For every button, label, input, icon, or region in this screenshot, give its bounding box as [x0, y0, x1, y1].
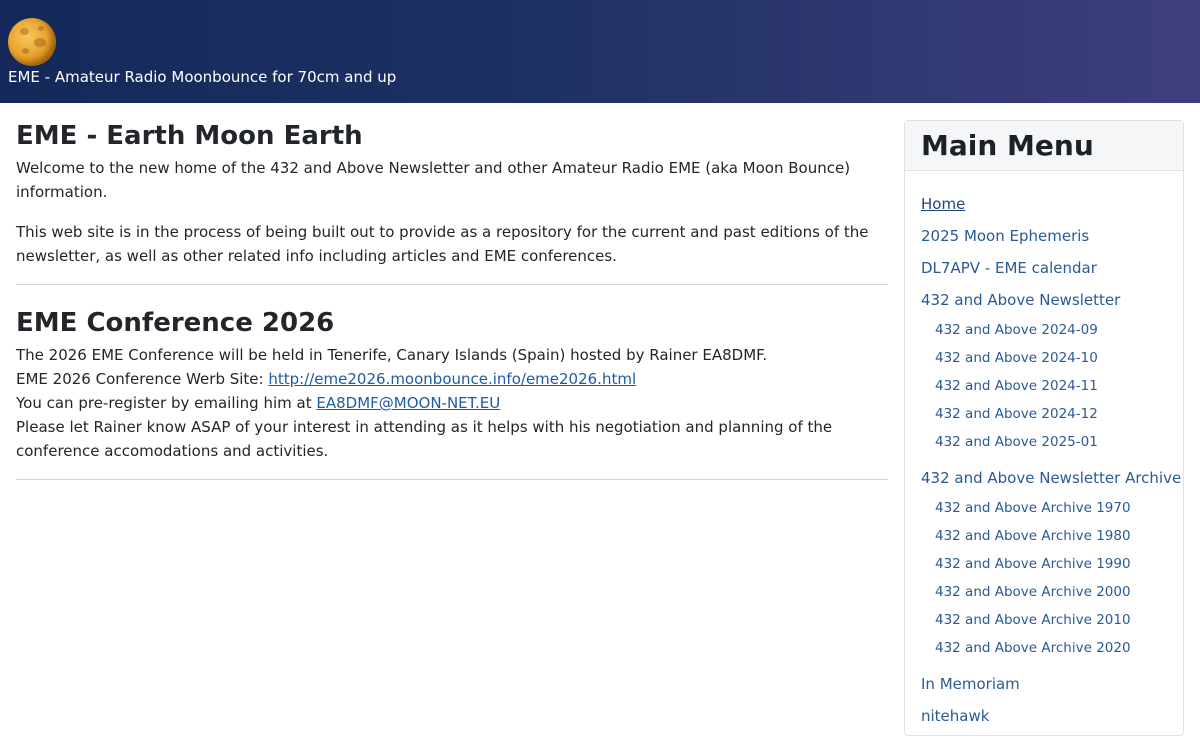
- submenu-item-newsletter[interactable]: 432 and Above 2024-09: [921, 319, 1181, 347]
- menu-item-moon-ephemeris[interactable]: 2025 Moon Ephemeris: [921, 223, 1181, 255]
- intro-paragraph-2: This web site is in the process of being…: [16, 223, 869, 265]
- intro-heading: EME - Earth Moon Earth: [16, 121, 363, 151]
- main-menu-header: Main Menu: [905, 121, 1183, 171]
- conference-site-line: EME 2026 Conference Werb Site: http://em…: [16, 370, 637, 388]
- divider: [16, 479, 888, 480]
- submenu-item-archive[interactable]: 432 and Above Archive 2010: [921, 609, 1181, 637]
- menu-item-newsletter-archive[interactable]: 432 and Above Newsletter Archive: [921, 465, 1181, 497]
- conference-site-link[interactable]: http://eme2026.moonbounce.info/eme2026.h…: [268, 370, 636, 388]
- menu-item-nitehawk[interactable]: nitehawk: [921, 703, 1181, 735]
- site-header: EME - Amateur Radio Moonbounce for 70cm …: [0, 0, 1200, 103]
- menu-item-in-memoriam[interactable]: In Memoriam: [921, 671, 1181, 703]
- main-content: EME - Earth Moon Earth Welcome to the ne…: [16, 116, 888, 480]
- site-title[interactable]: EME - Amateur Radio Moonbounce for 70cm …: [8, 68, 396, 86]
- menu-item-newsletter[interactable]: 432 and Above Newsletter: [921, 287, 1181, 319]
- menu-item-home[interactable]: Home: [921, 191, 1181, 223]
- conference-register-line: You can pre-register by emailing him at …: [16, 394, 501, 412]
- menu-item-eme-calendar[interactable]: DL7APV - EME calendar: [921, 255, 1181, 287]
- conference-line-4: Please let Rainer know ASAP of your inte…: [16, 418, 833, 460]
- submenu-item-archive[interactable]: 432 and Above Archive 1970: [921, 497, 1181, 525]
- main-menu-title: Main Menu: [921, 129, 1094, 162]
- submenu-item-newsletter[interactable]: 432 and Above 2025-01: [921, 431, 1181, 459]
- register-email-link[interactable]: EA8DMF@MOON-NET.EU: [316, 394, 500, 412]
- intro-paragraph-1: Welcome to the new home of the 432 and A…: [16, 159, 851, 201]
- submenu-item-newsletter[interactable]: 432 and Above 2024-11: [921, 375, 1181, 403]
- conference-line-1: The 2026 EME Conference will be held in …: [16, 346, 768, 364]
- submenu-item-archive[interactable]: 432 and Above Archive 2020: [921, 637, 1181, 665]
- submenu-item-archive[interactable]: 432 and Above Archive 1980: [921, 525, 1181, 553]
- submenu-item-newsletter[interactable]: 432 and Above 2024-12: [921, 403, 1181, 431]
- moon-icon[interactable]: [8, 18, 56, 66]
- submenu-item-archive[interactable]: 432 and Above Archive 1990: [921, 553, 1181, 581]
- submenu-item-newsletter[interactable]: 432 and Above 2024-10: [921, 347, 1181, 375]
- conference-heading: EME Conference 2026: [16, 308, 335, 338]
- main-menu-panel: Main Menu Home 2025 Moon Ephemeris DL7AP…: [904, 120, 1184, 736]
- main-menu-list: Home 2025 Moon Ephemeris DL7APV - EME ca…: [921, 191, 1181, 735]
- submenu-item-archive[interactable]: 432 and Above Archive 2000: [921, 581, 1181, 609]
